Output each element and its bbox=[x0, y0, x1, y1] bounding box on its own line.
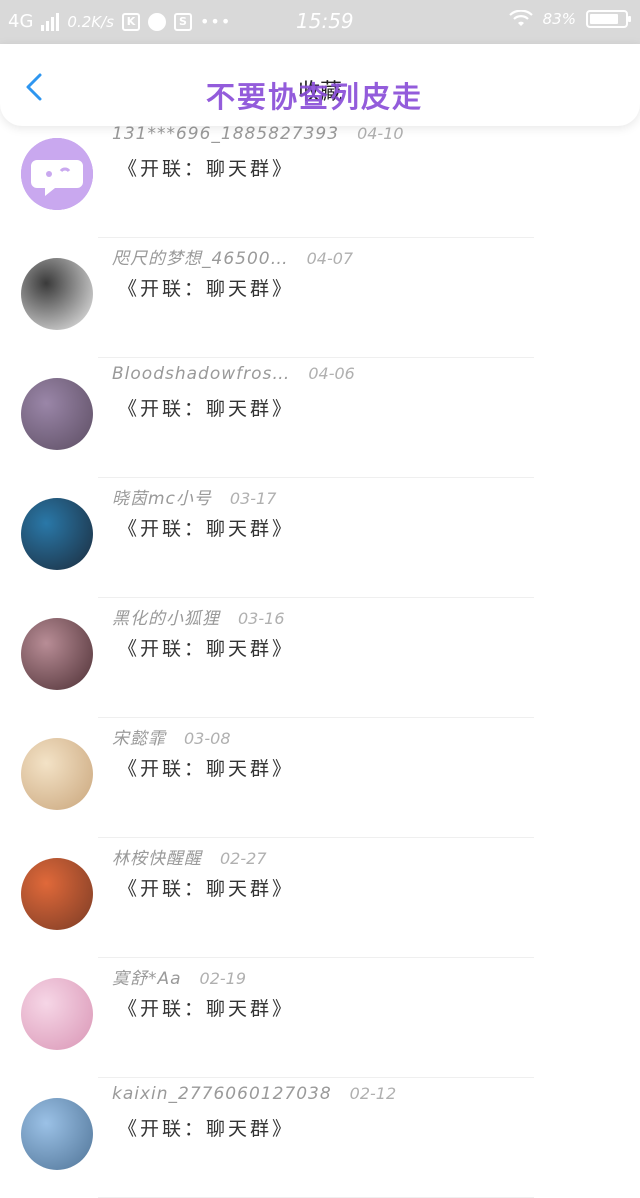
list-item[interactable]: 宋懿霏 03-08 《开联：聊天群》 bbox=[0, 718, 640, 838]
avatar[interactable] bbox=[21, 378, 93, 450]
avatar[interactable] bbox=[21, 858, 93, 930]
item-header: 寞舒*Aa 02-19 bbox=[112, 964, 246, 989]
item-message: 《开联：聊天群》 bbox=[118, 878, 295, 900]
item-date: 04-07 bbox=[306, 249, 354, 268]
signal-icon bbox=[41, 12, 60, 31]
avatar[interactable] bbox=[21, 258, 93, 330]
item-header: 黑化的小狐狸 03-16 bbox=[112, 604, 285, 629]
favorites-list: 131***696_1885827393 04-10 《开联：聊天群》 咫尺的梦想_4… bbox=[0, 118, 640, 1198]
item-date: 02-12 bbox=[349, 1084, 397, 1103]
list-item[interactable]: kaixin_2776060127038 02-12 《开联：聊天群》 bbox=[0, 1078, 640, 1198]
avatar[interactable] bbox=[21, 138, 93, 210]
item-date: 02-27 bbox=[220, 849, 267, 868]
sender-name: 寞舒*Aa bbox=[112, 969, 182, 989]
item-message: 《开联：聊天群》 bbox=[118, 278, 295, 300]
chat-bubble-icon bbox=[21, 138, 93, 210]
network-type: 4G bbox=[8, 11, 34, 32]
network-speed: 0.2K/s bbox=[67, 12, 114, 31]
overlay-caption: 不要协查列皮走 bbox=[206, 80, 424, 114]
item-message: 《开联：聊天群》 bbox=[118, 158, 295, 180]
item-date: 02-19 bbox=[199, 969, 247, 988]
sender-name: 咫尺的梦想_46500… bbox=[112, 249, 289, 269]
wifi-icon bbox=[508, 10, 533, 26]
item-header: 林桉快醒醒 02-27 bbox=[112, 844, 267, 869]
sender-name: 宋懿霏 bbox=[112, 729, 166, 749]
list-item[interactable]: 咫尺的梦想_46500… 04-07 《开联：聊天群》 bbox=[0, 238, 640, 358]
avatar[interactable] bbox=[21, 738, 93, 810]
item-header: 131***696_1885827393 04-10 bbox=[112, 124, 404, 144]
battery-percent: 83% bbox=[542, 10, 576, 28]
avatar[interactable] bbox=[21, 1098, 93, 1170]
sender-name: Bloodshadowfros… bbox=[112, 364, 291, 384]
header-bar: 收藏 不要协查列皮走 bbox=[0, 44, 640, 126]
avatar[interactable] bbox=[21, 618, 93, 690]
avatar[interactable] bbox=[21, 978, 93, 1050]
item-date: 04-06 bbox=[308, 364, 355, 383]
item-message: 《开联：聊天群》 bbox=[118, 998, 295, 1020]
more-notifications-icon: ••• bbox=[199, 12, 232, 31]
status-bar-left: 4G 0.2K/s K S ••• bbox=[8, 11, 231, 32]
item-header: kaixin_2776060127038 02-12 bbox=[112, 1084, 396, 1104]
battery-icon bbox=[586, 10, 631, 28]
sender-name: 黑化的小狐狸 bbox=[112, 609, 220, 629]
item-message: 《开联：聊天群》 bbox=[118, 518, 295, 540]
item-message: 《开联：聊天群》 bbox=[118, 758, 295, 780]
list-item[interactable]: 黑化的小狐狸 03-16 《开联：聊天群》 bbox=[0, 598, 640, 718]
item-header: 宋懿霏 03-08 bbox=[112, 724, 231, 749]
item-date: 03-16 bbox=[238, 609, 285, 628]
item-message: 《开联：聊天群》 bbox=[118, 1118, 295, 1140]
item-message: 《开联：聊天群》 bbox=[118, 398, 295, 420]
sender-name: 晓茵mc小号 bbox=[112, 489, 212, 509]
app-notification-icon bbox=[147, 12, 166, 31]
item-date: 03-17 bbox=[229, 489, 277, 508]
status-bar-right: 83% bbox=[508, 10, 631, 28]
item-message: 《开联：聊天群》 bbox=[118, 638, 295, 660]
avatar[interactable] bbox=[21, 498, 93, 570]
item-date: 03-08 bbox=[184, 729, 231, 748]
item-date: 04-10 bbox=[357, 124, 404, 143]
item-header: 晓茵mc小号 03-17 bbox=[112, 484, 276, 509]
item-header: Bloodshadowfros… 04-06 bbox=[112, 364, 355, 384]
sender-name: 林桉快醒醒 bbox=[112, 849, 202, 869]
item-header: 咫尺的梦想_46500… 04-07 bbox=[112, 244, 353, 269]
status-bar: 4G 0.2K/s K S ••• 15:59 83% bbox=[0, 0, 640, 44]
k-app-icon: K bbox=[121, 12, 140, 31]
status-time: 15:59 bbox=[296, 9, 354, 33]
s-app-icon: S bbox=[173, 12, 192, 31]
list-item[interactable]: Bloodshadowfros… 04-06 《开联：聊天群》 bbox=[0, 358, 640, 478]
list-item[interactable]: 晓茵mc小号 03-17 《开联：聊天群》 bbox=[0, 478, 640, 598]
list-item[interactable]: 林桉快醒醒 02-27 《开联：聊天群》 bbox=[0, 838, 640, 958]
list-item[interactable]: 131***696_1885827393 04-10 《开联：聊天群》 bbox=[0, 118, 640, 238]
sender-name: 131***696_1885827393 bbox=[112, 124, 340, 144]
list-item[interactable]: 寞舒*Aa 02-19 《开联：聊天群》 bbox=[0, 958, 640, 1078]
sender-name: kaixin_2776060127038 bbox=[112, 1084, 332, 1104]
